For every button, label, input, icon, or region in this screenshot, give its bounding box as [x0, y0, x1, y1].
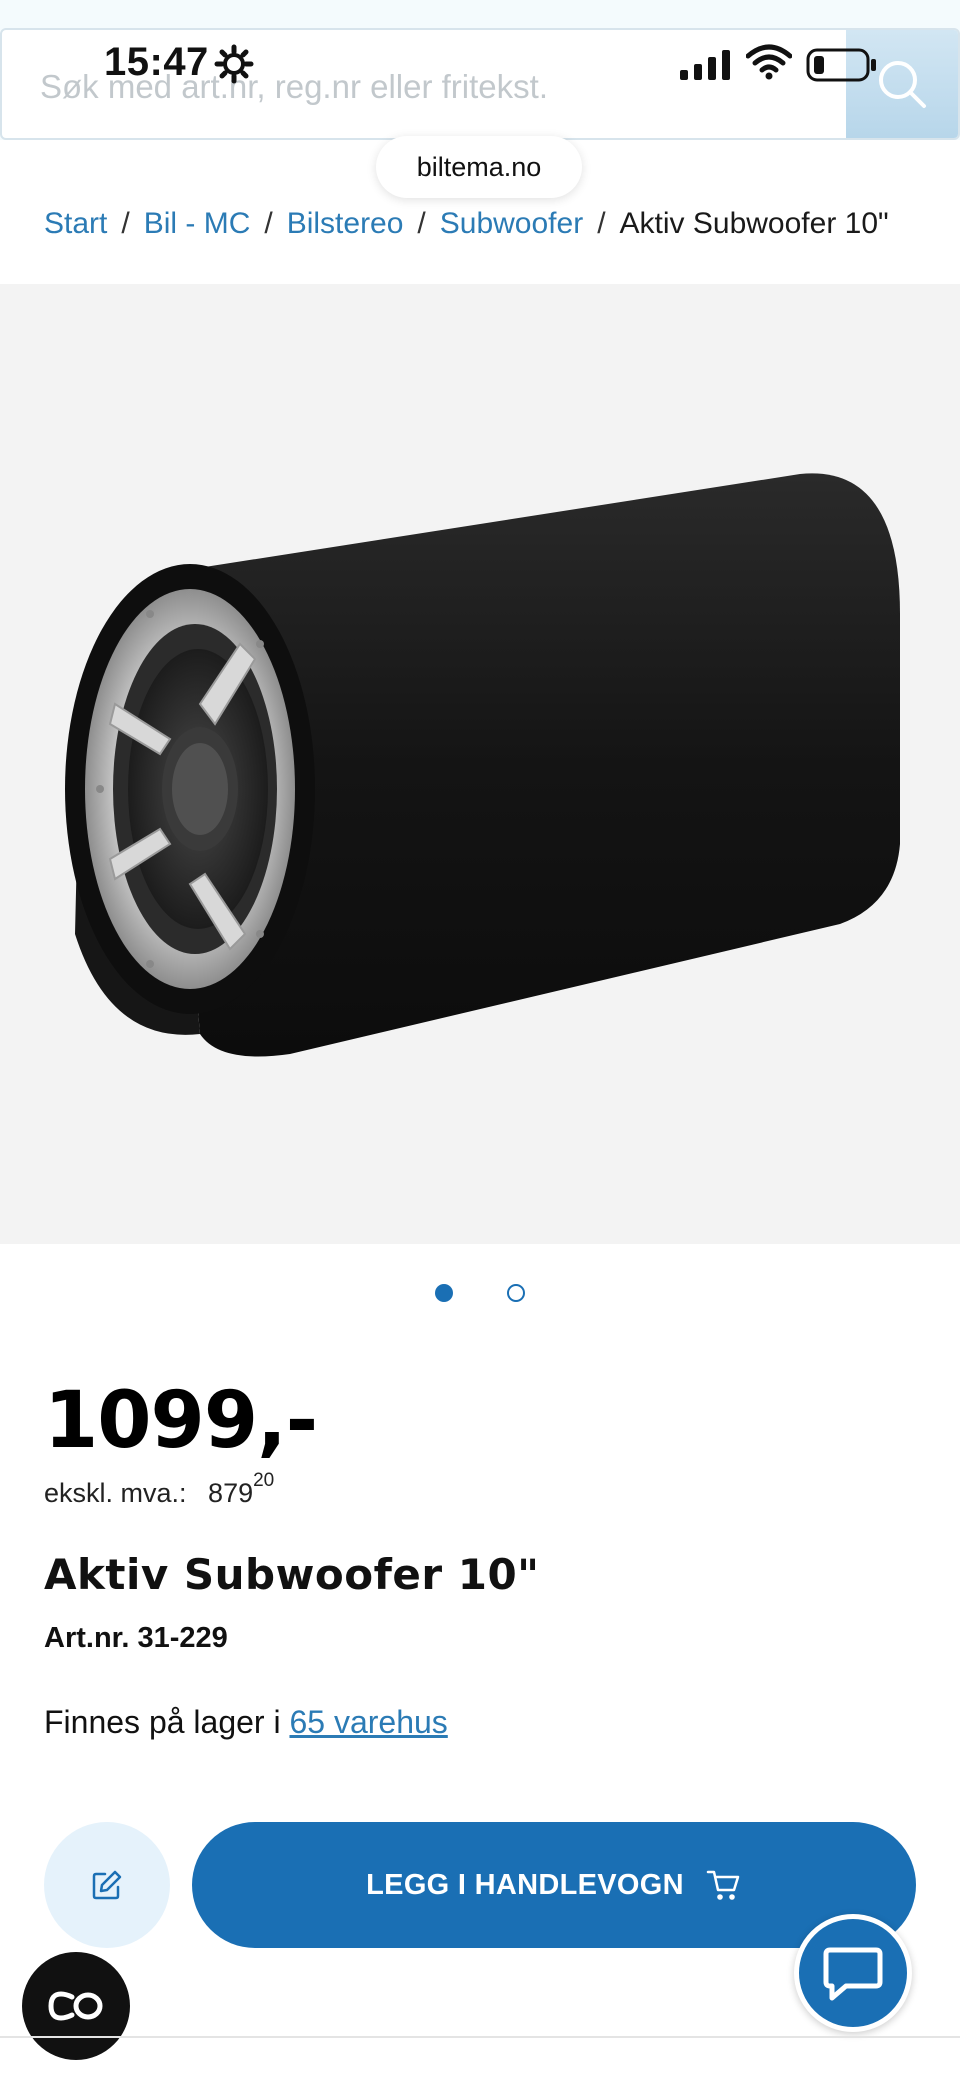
product-price: 1099,- [44, 1376, 318, 1466]
signal-icon [680, 50, 730, 80]
breadcrumb-subwoofer[interactable]: Subwoofer [440, 207, 583, 241]
breadcrumb-start[interactable]: Start [44, 207, 107, 241]
edit-note-icon [92, 1870, 122, 1900]
co-icon [48, 1991, 103, 2021]
carousel-dot-2[interactable] [507, 1284, 525, 1302]
breadcrumb-separator: / [417, 207, 426, 240]
chat-button[interactable] [794, 1914, 912, 2032]
ex-vat-label: ekskl. mva.: [44, 1478, 187, 1508]
carousel-dot-1[interactable] [435, 1284, 453, 1302]
article-number: Art.nr. 31-229 [44, 1622, 228, 1654]
add-to-cart-button[interactable]: LEGG I HANDLEVOGN [192, 1822, 916, 1948]
battery-icon [806, 48, 876, 82]
breadcrumb: Start / Bil - MC / Bilstereo / Subwoofer… [44, 202, 889, 246]
product-title: Aktiv Subwoofer 10" [44, 1550, 540, 1599]
add-note-button[interactable] [44, 1822, 170, 1948]
breadcrumb-separator: / [597, 207, 606, 240]
breadcrumb-current: Aktiv Subwoofer 10" [619, 207, 889, 240]
ex-vat-value: 879 [208, 1478, 254, 1508]
breadcrumb-separator: / [121, 207, 130, 240]
product-image [65, 473, 900, 1057]
ex-vat-cents: 20 [253, 1470, 275, 1491]
product-image-gallery[interactable] [0, 284, 960, 1244]
divider [0, 2036, 960, 2038]
carousel-indicator [0, 1282, 960, 1306]
chat-icon [823, 1947, 883, 2001]
status-time: 15:47 [104, 40, 209, 84]
price-ex-vat: ekskl. mva.: 87920 [44, 1470, 274, 1509]
stock-text: Finnes på lager i [44, 1704, 290, 1740]
breadcrumb-bil-mc[interactable]: Bil - MC [144, 207, 251, 241]
stock-status: Finnes på lager i 65 varehus [44, 1704, 448, 1741]
browser-url-pill[interactable]: biltema.no [376, 136, 582, 198]
stock-stores-link[interactable]: 65 varehus [289, 1704, 447, 1740]
wifi-icon [746, 44, 792, 80]
add-to-cart-label: LEGG I HANDLEVOGN [366, 1868, 684, 1901]
search-button[interactable] [846, 30, 958, 138]
breadcrumb-separator: / [264, 207, 273, 240]
search-icon [879, 61, 926, 108]
co-button[interactable] [22, 1952, 130, 2060]
breadcrumb-bilstereo[interactable]: Bilstereo [287, 207, 404, 241]
gear-icon [214, 44, 254, 84]
cart-icon [706, 1868, 742, 1902]
